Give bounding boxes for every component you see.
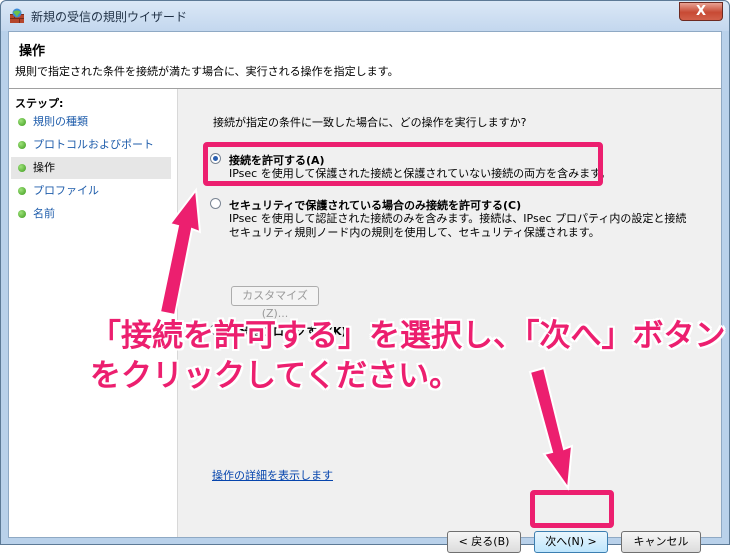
instruction-line-1: 「接続を許可する」を選択し、「次へ」ボタン bbox=[90, 318, 726, 354]
page-title: 操作 bbox=[19, 44, 46, 59]
page-header: 操作 規則で指定された条件を接続が満たす場合に、実行される操作を指定します。 bbox=[9, 32, 721, 89]
customize-button[interactable]: カスタマイズ(Z)... bbox=[231, 286, 319, 320]
highlight-next-button bbox=[530, 490, 614, 528]
option-allow-secure-label: セキュリティで保護されている場合のみ接続を許可する(C) bbox=[229, 199, 522, 212]
step-label: 規則の種類 bbox=[33, 115, 88, 128]
window-title: 新規の受信の規則ウイザード bbox=[31, 10, 188, 24]
step-name[interactable]: 名前 bbox=[11, 203, 171, 225]
steps-panel: ステップ: 規則の種類 プロトコルおよびポート 操作 プロファイル 名前 bbox=[9, 89, 178, 537]
radio-allow-secure[interactable] bbox=[210, 198, 221, 209]
close-button[interactable]: X bbox=[679, 2, 723, 21]
green-dot-icon bbox=[18, 210, 26, 218]
step-label: プロファイル bbox=[33, 184, 99, 197]
action-question: 接続が指定の条件に一致した場合に、どの操作を実行しますか? bbox=[213, 116, 527, 129]
green-dot-icon bbox=[18, 164, 26, 172]
steps-label: ステップ: bbox=[15, 97, 64, 110]
option-allow-secure-description-2: セキュリティ規則ノード内の規則を使用して、セキュリティ保護されます。 bbox=[229, 226, 600, 239]
close-icon: X bbox=[695, 4, 707, 19]
step-profile[interactable]: プロファイル bbox=[11, 180, 171, 202]
green-dot-icon bbox=[18, 141, 26, 149]
wizard-client-area: 操作 規則で指定された条件を接続が満たす場合に、実行される操作を指定します。 ス… bbox=[8, 31, 722, 553]
firewall-app-icon bbox=[10, 8, 24, 23]
step-rule-type[interactable]: 規則の種類 bbox=[11, 111, 171, 133]
instruction-line-2: をクリックしてください。 bbox=[90, 358, 461, 394]
cancel-button[interactable]: キャンセル bbox=[621, 531, 701, 553]
step-label: プロトコルおよびポート bbox=[33, 138, 154, 151]
action-details-link[interactable]: 操作の詳細を表示します bbox=[212, 467, 333, 483]
step-action[interactable]: 操作 bbox=[11, 157, 171, 179]
instruction-annotation: 「接続を許可する」を選択し、「次へ」ボタン をクリックしてください。 bbox=[90, 316, 726, 396]
wizard-window: 新規の受信の規則ウイザード X 操作 規則で指定された条件を接続が満たす場合に、… bbox=[0, 0, 730, 553]
next-button[interactable]: 次へ(N) > bbox=[534, 531, 608, 553]
step-label: 名前 bbox=[33, 207, 55, 220]
back-button[interactable]: < 戻る(B) bbox=[447, 531, 521, 553]
step-protocol-ports[interactable]: プロトコルおよびポート bbox=[11, 134, 171, 156]
option-allow-secure-description-1: IPsec を使用して認証された接続のみを含みます。接続は、IPsec プロパテ… bbox=[229, 212, 687, 225]
step-label: 操作 bbox=[33, 161, 55, 174]
title-bar[interactable]: 新規の受信の規則ウイザード X bbox=[1, 1, 729, 31]
green-dot-icon bbox=[18, 118, 26, 126]
page-description: 規則で指定された条件を接続が満たす場合に、実行される操作を指定します。 bbox=[15, 65, 399, 78]
green-dot-icon bbox=[18, 187, 26, 195]
highlight-allow-option bbox=[203, 142, 603, 186]
